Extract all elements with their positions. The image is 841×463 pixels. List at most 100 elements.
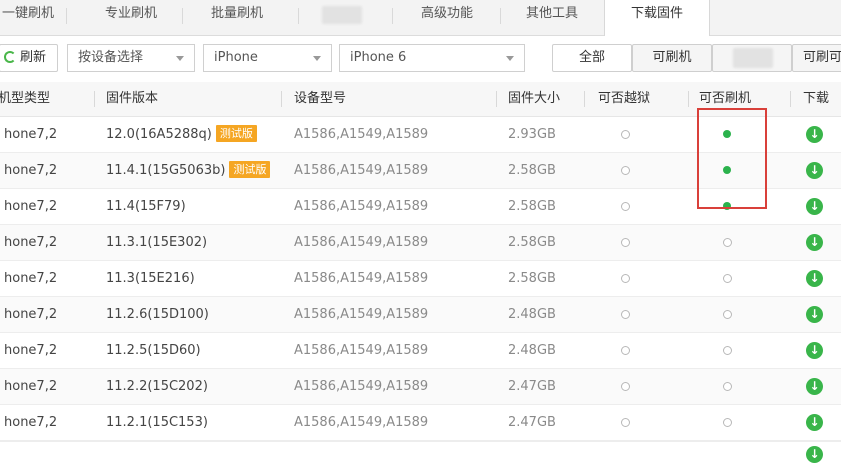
col-device-models[interactable]: 设备型号 — [294, 82, 346, 116]
cell-device-type: hone7,2 — [4, 415, 58, 430]
cell-firmware-size: 2.93GB — [508, 127, 556, 142]
cell-firmware-size: 2.58GB — [508, 163, 556, 178]
download-icon[interactable]: ↓ — [806, 234, 823, 251]
flashable-no-icon — [723, 310, 732, 319]
col-download[interactable]: 下载 — [803, 82, 829, 116]
cell-firmware-version: 11.3(15E216) — [106, 271, 195, 286]
col-divider — [281, 91, 282, 107]
cell-device-type: hone7,2 — [4, 379, 58, 394]
tab-divider — [500, 8, 501, 24]
tab-download-firmware[interactable]: 下载固件 — [604, 0, 710, 36]
table-row[interactable]: hone7,2 11.4(15F79) A1586,A1549,A1589 2.… — [0, 189, 841, 225]
tab-divider — [182, 8, 183, 24]
download-icon[interactable]: ↓ — [806, 342, 823, 359]
cell-device-type: hone7,2 — [4, 163, 58, 178]
jailbreak-no-icon — [621, 346, 630, 355]
refresh-icon — [4, 51, 16, 63]
filter-flashable-jailbreakable-button[interactable]: 可刷可 — [792, 44, 841, 72]
cell-device-models: A1586,A1549,A1589 — [294, 271, 429, 286]
flashable-no-icon — [723, 274, 732, 283]
beta-badge: 测试版 — [215, 125, 257, 142]
col-divider — [584, 91, 585, 107]
download-icon[interactable]: ↓ — [806, 446, 823, 463]
cell-device-type: hone7,2 — [4, 199, 58, 214]
col-jailbreakable[interactable]: 可否越狱 — [598, 82, 650, 116]
cell-device-type: hone7,2 — [4, 235, 58, 250]
tab-divider — [298, 8, 299, 24]
table-row[interactable]: hone7,2 11.4.1(15G5063b) 测试版 A1586,A1549,… — [0, 153, 841, 189]
table-row[interactable]: hone7,2 11.2.6(15D100) A1586,A1549,A1589… — [0, 297, 841, 333]
cell-firmware-size: 2.58GB — [508, 271, 556, 286]
tab-hidden[interactable] — [300, 0, 386, 35]
cell-firmware-version: 11.4(15F79) — [106, 199, 186, 214]
cell-firmware-version: 11.2.5(15D60) — [106, 343, 201, 358]
chevron-down-icon — [176, 56, 184, 61]
cell-device-models: A1586,A1549,A1589 — [294, 415, 429, 430]
download-icon[interactable]: ↓ — [806, 306, 823, 323]
cell-firmware-size: 2.48GB — [508, 307, 556, 322]
cell-firmware-size: 2.47GB — [508, 379, 556, 394]
table-row[interactable]: hone7,2 11.2.5(15D60) A1586,A1549,A1589 … — [0, 333, 841, 369]
table-row[interactable]: hone7,2 11.2.2(15C202) A1586,A1549,A1589… — [0, 369, 841, 405]
submodel-select[interactable]: iPhone 6 — [339, 44, 525, 72]
tab-pro-flash[interactable]: 专业刷机 — [86, 0, 176, 35]
flashable-no-icon — [723, 346, 732, 355]
download-icon[interactable]: ↓ — [806, 270, 823, 287]
table-row[interactable]: hone7,2 11.2.1(15C153) A1586,A1549,A1589… — [0, 405, 841, 441]
col-firmware-size[interactable]: 固件大小 — [508, 82, 560, 116]
tab-divider — [66, 8, 67, 24]
col-divider — [94, 91, 95, 107]
cell-firmware-size: 2.48GB — [508, 343, 556, 358]
cell-firmware-size: 2.58GB — [508, 235, 556, 250]
table-row[interactable]: hone7,2 11.3(15E216) A1586,A1549,A1589 2… — [0, 261, 841, 297]
cell-device-models: A1586,A1549,A1589 — [294, 127, 429, 142]
flashable-no-icon — [723, 238, 732, 247]
cell-device-type: hone7,2 — [4, 343, 58, 358]
model-select[interactable]: iPhone — [203, 44, 332, 72]
filter-hidden-button[interactable] — [712, 44, 792, 72]
jailbreak-no-icon — [621, 202, 630, 211]
tab-divider — [392, 8, 393, 24]
col-divider — [496, 91, 497, 107]
cell-device-models: A1586,A1549,A1589 — [294, 235, 429, 250]
download-icon[interactable]: ↓ — [806, 198, 823, 215]
cell-device-models: A1586,A1549,A1589 — [294, 307, 429, 322]
tab-bar: 一键刷机 专业刷机 批量刷机 高级功能 其他工具 下载固件 — [0, 0, 841, 36]
tab-advanced[interactable]: 高级功能 — [402, 0, 492, 35]
cell-firmware-version: 11.2.2(15C202) — [106, 379, 208, 394]
col-firmware-version[interactable]: 固件版本 — [106, 82, 158, 116]
jailbreak-no-icon — [621, 166, 630, 175]
refresh-button[interactable]: 刷新 — [0, 44, 58, 72]
device-select[interactable]: 按设备选择 — [67, 44, 195, 72]
cell-firmware-version: 11.2.1(15C153) — [106, 415, 208, 430]
cell-firmware-size: 2.58GB — [508, 199, 556, 214]
jailbreak-no-icon — [621, 310, 630, 319]
cell-device-type: hone7,2 — [4, 271, 58, 286]
col-divider — [688, 91, 689, 107]
cell-device-models: A1586,A1549,A1589 — [294, 163, 429, 178]
table-row[interactable]: hone7,2 11.3.1(15E302) A1586,A1549,A1589… — [0, 225, 841, 261]
jailbreak-no-icon — [621, 382, 630, 391]
tab-other-tools[interactable]: 其他工具 — [502, 0, 602, 35]
table-row[interactable]: hone7,2 12.0(16A5288q) 测试版 A1586,A1549,A1… — [0, 117, 841, 153]
tab-one-click-flash[interactable]: 一键刷机 — [0, 0, 62, 35]
col-flashable[interactable]: 可否刷机 — [699, 82, 751, 116]
cell-firmware-size: 2.47GB — [508, 415, 556, 430]
filter-all-button[interactable]: 全部 — [552, 44, 632, 72]
jailbreak-no-icon — [621, 238, 630, 247]
cell-device-models: A1586,A1549,A1589 — [294, 343, 429, 358]
cell-firmware-version: 11.4.1(15G5063b) 测试版 — [106, 153, 271, 189]
cell-firmware-version: 11.2.6(15D100) — [106, 307, 209, 322]
beta-badge: 测试版 — [229, 161, 271, 178]
download-icon[interactable]: ↓ — [806, 378, 823, 395]
cell-device-models: A1586,A1549,A1589 — [294, 199, 429, 214]
tab-batch-flash[interactable]: 批量刷机 — [192, 0, 282, 35]
col-device-type[interactable]: 机型类型 — [0, 82, 50, 116]
download-icon[interactable]: ↓ — [806, 162, 823, 179]
download-icon[interactable]: ↓ — [806, 126, 823, 143]
filter-flashable-button[interactable]: 可刷机 — [632, 44, 712, 72]
flashable-yes-icon — [723, 202, 731, 210]
download-icon[interactable]: ↓ — [806, 414, 823, 431]
jailbreak-no-icon — [621, 274, 630, 283]
blurred-filter-label — [733, 48, 773, 68]
